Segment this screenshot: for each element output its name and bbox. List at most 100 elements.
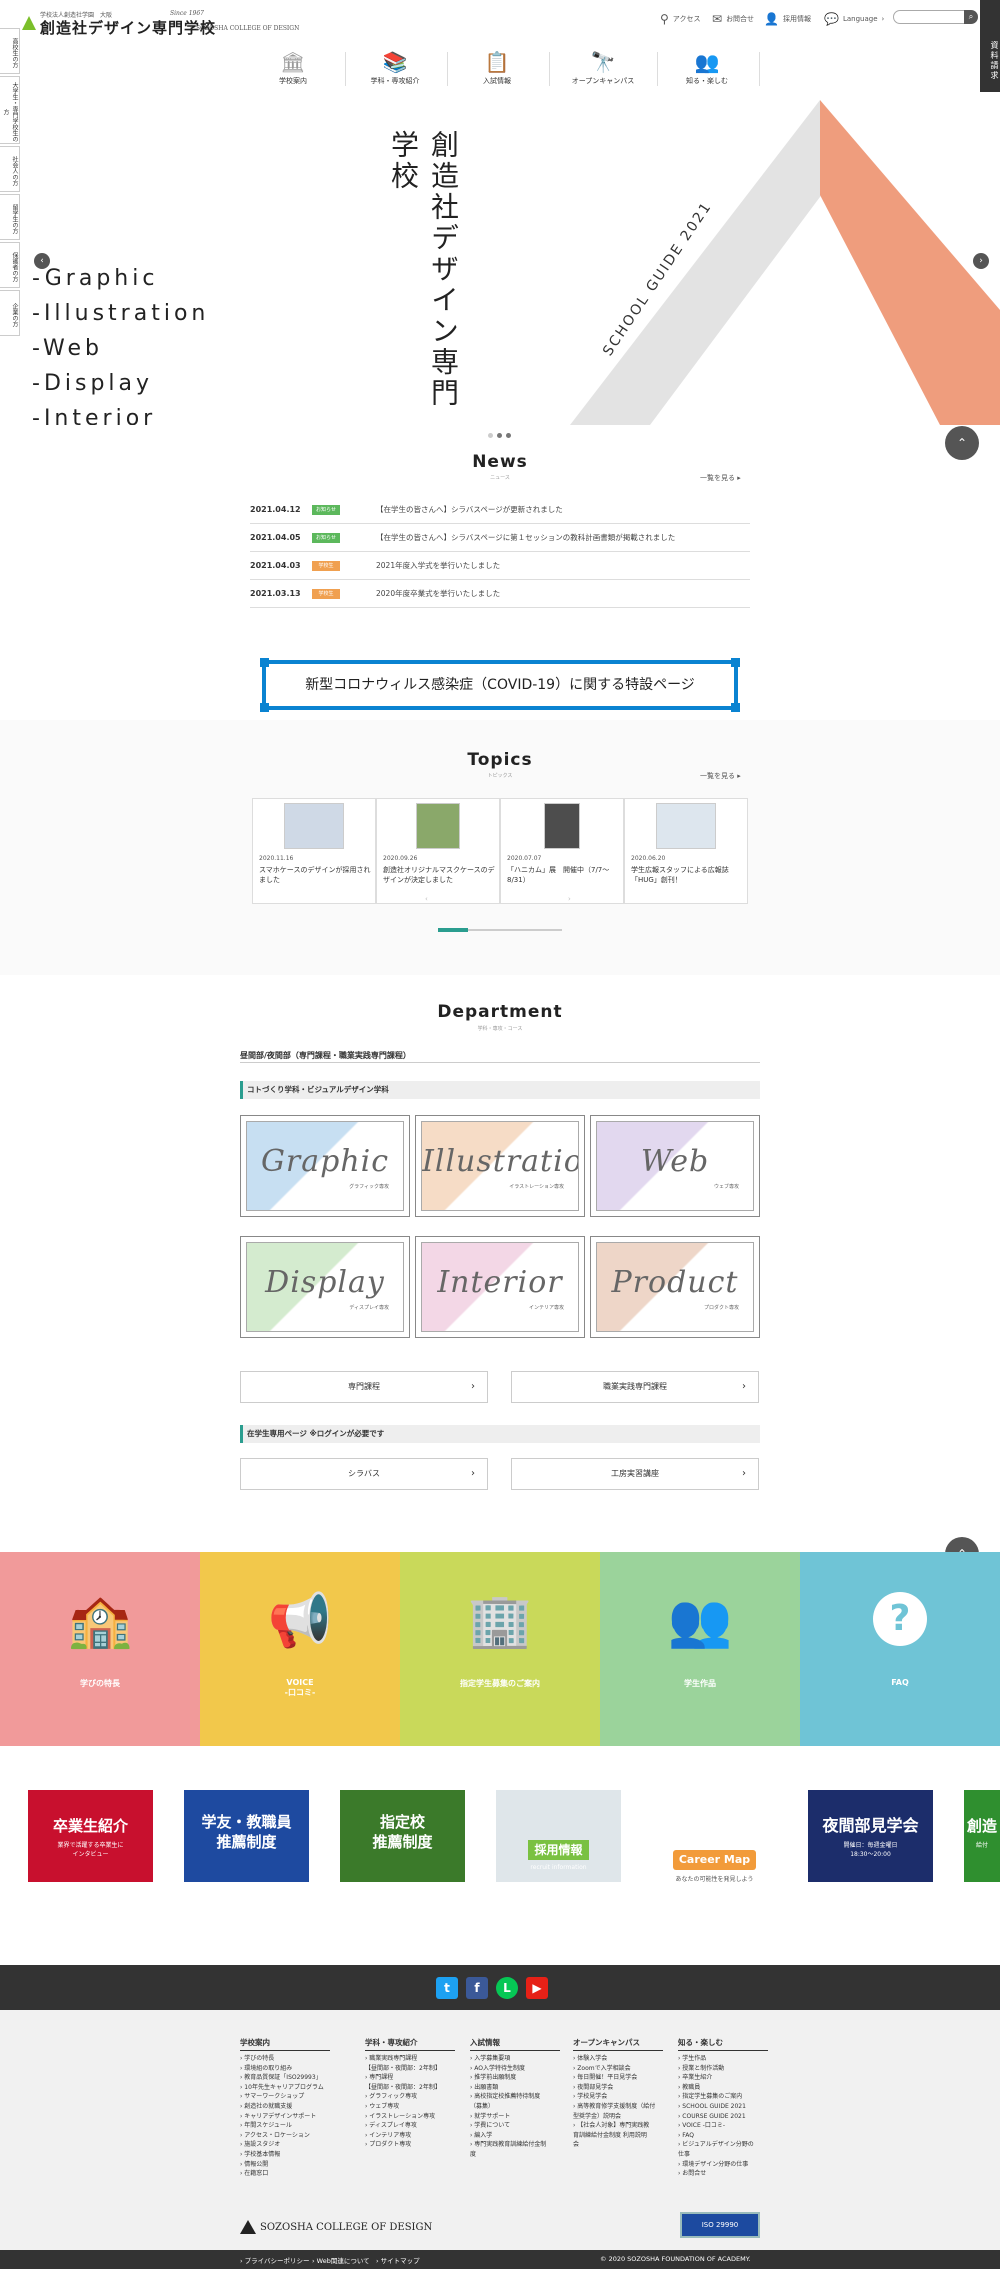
footer-link[interactable]: › 夜間部見学会 — [573, 2083, 663, 2093]
util-access-link[interactable]: ⚲ アクセス — [660, 12, 700, 26]
footer-link[interactable]: › 指定学生募集のご案内 — [678, 2092, 768, 2102]
side-nav-guardian[interactable]: 保護者の方 — [0, 242, 20, 288]
footer-link[interactable]: › サマーワークショップ — [240, 2092, 330, 2102]
footer-link[interactable]: 型奨学金）説明会 — [573, 2112, 663, 2122]
footer-column-heading[interactable]: 知る・楽しむ — [678, 2037, 768, 2051]
topic-card[interactable]: 2020.09.26 創造社オリジナルマスクケースのデザインが決定しました — [376, 798, 500, 904]
footer-link[interactable]: › 体験入学会 — [573, 2054, 663, 2064]
footer-link[interactable]: › ディスプレイ専攻 — [365, 2121, 455, 2131]
footer-link[interactable]: › グラフィック専攻 — [365, 2092, 455, 2102]
footer-link[interactable]: › 教職員 — [678, 2083, 768, 2093]
footer-column-heading[interactable]: 学校案内 — [240, 2037, 330, 2051]
footer-link[interactable]: › ウェブ専攻 — [365, 2102, 455, 2112]
search-button[interactable]: ⌕ — [964, 10, 978, 24]
footer-link[interactable]: › ビジュアルデザイン分野の — [678, 2140, 768, 2150]
slider-dot[interactable] — [506, 433, 511, 438]
course-card-graphic[interactable]: Graphic グラフィック専攻 — [240, 1115, 410, 1217]
gnav-open-campus[interactable]: 🔭 オープンキャンパス — [553, 50, 653, 90]
course-card-web[interactable]: Web ウェブ専攻 — [590, 1115, 760, 1217]
side-nav-high-school[interactable]: 高校生の方 — [0, 28, 20, 74]
footer-link[interactable]: › 推学前出願制度 — [470, 2073, 560, 2083]
footer-link[interactable]: › 施設スタジオ — [240, 2140, 330, 2150]
slider-dot[interactable] — [497, 433, 502, 438]
sitemap-link[interactable]: › サイトマップ — [376, 2255, 420, 2265]
slider-dot[interactable] — [488, 433, 493, 438]
footer-link[interactable]: › アクセス・ロケーション — [240, 2131, 330, 2141]
footer-link[interactable]: › 学校見学会 — [573, 2092, 663, 2102]
footer-link[interactable]: › キャリアデザインサポート — [240, 2112, 330, 2122]
course-card-illustration[interactable]: Illustration イラストレーション専攻 — [415, 1115, 585, 1217]
footer-link[interactable]: 【昼間部・夜間部：2年制】 — [365, 2083, 455, 2093]
footer-link[interactable]: 【昼間部・夜間部：2年制】 — [365, 2064, 455, 2074]
footer-link[interactable]: › 環境デザイン分野の仕事 — [678, 2160, 768, 2170]
util-language-link[interactable]: 💬 Language › — [824, 12, 884, 26]
senmon-course-button[interactable]: 専門課程 › — [240, 1371, 488, 1403]
footer-link[interactable]: › 授業と制作活動 — [678, 2064, 768, 2074]
footer-link[interactable]: › 卒業生紹介 — [678, 2073, 768, 2083]
vocational-course-button[interactable]: 職業実践専門課程 › — [511, 1371, 759, 1403]
footer-link[interactable]: （募集） — [470, 2102, 560, 2112]
footer-link[interactable]: › 創造社の就職支援 — [240, 2102, 330, 2112]
promo-banner[interactable]: 指定校 推薦制度 — [340, 1790, 465, 1882]
footer-link[interactable]: › 年間スケジュール — [240, 2121, 330, 2131]
privacy-link[interactable]: › プライバシーポリシー — [240, 2255, 310, 2265]
promo-banner[interactable]: 採用情報 recruit information — [496, 1790, 621, 1882]
news-more-link[interactable]: 一覧を見る ▸ — [700, 473, 741, 483]
topics-next-arrow[interactable]: › — [568, 895, 571, 903]
logo-school-name[interactable]: 創造社デザイン専門学校 — [40, 17, 216, 38]
line-icon[interactable]: L — [496, 1977, 518, 1999]
footer-link[interactable]: › 学びの特長 — [240, 2054, 330, 2064]
footer-link[interactable]: › COURSE GUIDE 2021 — [678, 2112, 768, 2122]
footer-link[interactable]: › 職業実践専門課程 — [365, 2054, 455, 2064]
feature-band[interactable]: 👥 学生作品 — [600, 1552, 800, 1746]
twitter-icon[interactable]: t — [436, 1977, 458, 1999]
footer-link[interactable]: › プロダクト専攻 — [365, 2140, 455, 2150]
util-recruit-link[interactable]: 👤 採用情報 — [764, 12, 811, 26]
util-contact-link[interactable]: ✉ お問合せ — [712, 12, 754, 26]
footer-link[interactable]: 度 — [470, 2150, 560, 2160]
web-policy-link[interactable]: › Web関連について — [312, 2255, 370, 2265]
footer-link[interactable]: › 高等教育修学支援制度（給付 — [573, 2102, 663, 2112]
side-nav-international[interactable]: 留学生の方 — [0, 194, 20, 240]
footer-link[interactable]: › 専門課程 — [365, 2073, 455, 2083]
course-card-product[interactable]: Product プロダクト専攻 — [590, 1236, 760, 1338]
topics-prev-arrow[interactable]: ‹ — [425, 895, 428, 903]
footer-link[interactable]: › イラストレーション専攻 — [365, 2112, 455, 2122]
footer-logo[interactable]: SOZOSHA COLLEGE OF DESIGN — [240, 2220, 432, 2234]
feature-band[interactable]: 🏫 学びの特長 — [0, 1552, 200, 1746]
footer-link[interactable]: › 【社会人対象】専門実践教 — [573, 2121, 663, 2131]
footer-link[interactable]: › AO入学特待生制度 — [470, 2064, 560, 2074]
footer-column-heading[interactable]: 学科・専攻紹介 — [365, 2037, 455, 2051]
footer-link[interactable]: 育訓練給付金制度 利用説明 — [573, 2131, 663, 2141]
footer-link[interactable]: 仕事 — [678, 2150, 768, 2160]
news-row[interactable]: 2021.04.12 お知らせ 【在学生の皆さんへ】シラバスページが更新されました — [250, 496, 750, 524]
feature-band[interactable]: 📢 VOICE -口コミ- — [200, 1552, 400, 1746]
footer-column-heading[interactable]: オープンキャンパス — [573, 2037, 663, 2051]
promo-banner[interactable]: 学友・教職員 推薦制度 — [184, 1790, 309, 1882]
gnav-school-guide[interactable]: 🏛 学校案内 — [243, 50, 343, 90]
footer-link[interactable]: › SCHOOL GUIDE 2021 — [678, 2102, 768, 2112]
footer-link[interactable]: › 入学募集要項 — [470, 2054, 560, 2064]
covid-special-page-banner[interactable]: 新型コロナウィルス感染症（COVID-19）に関する特設ページ — [260, 658, 740, 712]
footer-link[interactable]: › 情報公開 — [240, 2160, 330, 2170]
footer-link[interactable]: › 高校指定校推薦特待制度 — [470, 2092, 560, 2102]
news-row[interactable]: 2021.04.03 学校生 2021年度入学式を挙行いたしました — [250, 552, 750, 580]
footer-link[interactable]: › 編入学 — [470, 2131, 560, 2141]
side-nav-company[interactable]: 企業の方 — [0, 290, 20, 336]
side-nav-university[interactable]: 大学生・専門学校生の方 — [0, 76, 20, 144]
footer-link[interactable]: › 環境組の取り組み — [240, 2064, 330, 2074]
facebook-icon[interactable]: f — [466, 1977, 488, 1999]
workshop-button[interactable]: 工房実習講座 › — [511, 1458, 759, 1490]
promo-banner[interactable]: 夜間部見学会 開催日：毎週金曜日 18:30〜20:00 — [808, 1790, 933, 1882]
syllabus-button[interactable]: シラバス › — [240, 1458, 488, 1490]
gnav-enjoy[interactable]: 👥 知る・楽しむ — [657, 50, 757, 90]
request-brochure-tab[interactable]: 資料請求 — [980, 0, 1000, 92]
hero-next-button[interactable]: › — [973, 253, 989, 269]
promo-banner[interactable]: 卒業生紹介 業界で活躍する卒業生に インタビュー — [28, 1790, 153, 1882]
footer-link[interactable]: 会 — [573, 2140, 663, 2150]
footer-link[interactable]: › 在籍窓口 — [240, 2169, 330, 2179]
news-row[interactable]: 2021.03.13 学校生 2020年度卒業式を挙行いたしました — [250, 580, 750, 608]
footer-link[interactable]: › VOICE -口コミ- — [678, 2121, 768, 2131]
footer-link[interactable]: › 毎日開催！平日見学会 — [573, 2073, 663, 2083]
footer-link[interactable]: › お問合せ — [678, 2169, 768, 2179]
